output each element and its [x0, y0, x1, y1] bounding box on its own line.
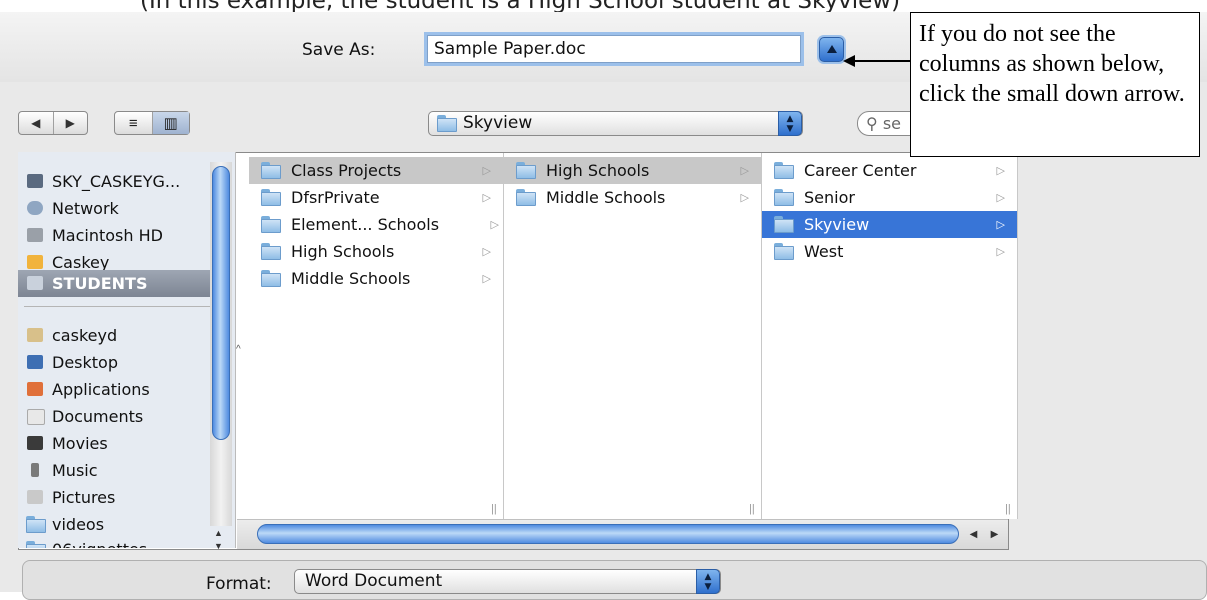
- search-field[interactable]: ⚲ se: [857, 111, 917, 136]
- sidebar-item-music[interactable]: Music: [18, 457, 214, 484]
- computer-icon: [27, 174, 43, 188]
- column-item-skyview[interactable]: Skyview ▷: [762, 211, 1017, 238]
- column-item-high-schools[interactable]: High Schools ▷: [249, 238, 503, 265]
- folder-icon: [774, 216, 794, 233]
- hard-drive-icon: [27, 228, 43, 242]
- horizontal-scroll-arrows[interactable]: ◀ ▶: [963, 524, 1005, 544]
- chevron-right-icon: ▷: [482, 272, 491, 285]
- save-as-input[interactable]: Sample Paper.doc: [427, 35, 801, 63]
- popup-arrows-icon: ▲ ▼: [778, 111, 802, 136]
- chevron-right-icon: ▷: [996, 245, 1005, 258]
- documents-icon: [27, 409, 45, 425]
- column-item-middle-schools[interactable]: Middle Schools ▷: [249, 265, 503, 292]
- music-icon: [31, 463, 39, 477]
- search-text: se: [882, 114, 901, 133]
- view-mode-buttons[interactable]: ≡ ▥: [114, 111, 190, 135]
- chevron-right-icon: ▷: [482, 164, 491, 177]
- chevron-right-icon: ▷: [482, 245, 491, 258]
- list-view-icon[interactable]: ≡: [115, 112, 152, 134]
- column-resize-handle[interactable]: ||: [749, 503, 755, 515]
- browser-column-3: Career Center ▷ Senior ▷ Skyview ▷ West …: [762, 153, 1018, 519]
- scroll-right-icon[interactable]: ▶: [991, 529, 999, 540]
- chevron-right-icon: ▷: [740, 191, 749, 204]
- column-resize-handle[interactable]: ||: [491, 503, 497, 515]
- network-drive-icon: [27, 276, 43, 290]
- folder-icon: [261, 270, 281, 287]
- sidebar-divider: [24, 306, 214, 307]
- sidebar-scroll-thumb[interactable]: [212, 166, 230, 440]
- sidebar-item-06vignettes[interactable]: 06vignettes: [18, 536, 214, 548]
- desktop-icon: [27, 355, 43, 369]
- column-resize-handle[interactable]: ||: [1005, 503, 1011, 515]
- user-drive-icon: [27, 255, 43, 269]
- folder-icon: [26, 516, 46, 533]
- folder-icon: [26, 541, 46, 548]
- sidebar-item-desktop[interactable]: Desktop: [18, 349, 214, 376]
- browser-column-1: Class Projects ▷ DfsrPrivate ▷ Element..…: [249, 153, 504, 519]
- scroll-left-icon[interactable]: ◀: [970, 529, 978, 540]
- folder-icon: [437, 115, 457, 132]
- movies-icon: [27, 436, 43, 450]
- chevron-right-icon: ▷: [482, 191, 491, 204]
- sidebar-item-network[interactable]: Network: [18, 195, 214, 222]
- column-item-career-center[interactable]: Career Center ▷: [762, 157, 1017, 184]
- sidebar: SKY_CASKEYG... Network Macintosh HD Cask…: [18, 152, 236, 548]
- folder-icon: [774, 162, 794, 179]
- column-item-elementary-schools[interactable]: Element... Schools ▷: [249, 211, 503, 238]
- chevron-right-icon: ▷: [996, 164, 1005, 177]
- applications-icon: [27, 382, 43, 396]
- callout-arrow-head: [843, 55, 855, 67]
- chevron-right-icon: ▷: [996, 191, 1005, 204]
- search-icon: ⚲: [866, 114, 878, 133]
- folder-icon: [261, 162, 281, 179]
- back-forward-buttons[interactable]: ◀ ▶: [18, 111, 88, 135]
- home-icon: [27, 328, 43, 342]
- popup-arrows-icon: ▲ ▼: [696, 569, 720, 594]
- scroll-down-icon[interactable]: ▼: [214, 541, 223, 551]
- sidebar-item-videos[interactable]: videos: [18, 511, 214, 538]
- column-item-west[interactable]: West ▷: [762, 238, 1017, 265]
- sidebar-item-documents[interactable]: Documents: [18, 403, 214, 430]
- sidebar-item-applications[interactable]: Applications: [18, 376, 214, 403]
- folder-icon: [261, 243, 281, 260]
- location-popup-value: Skyview: [463, 113, 533, 133]
- location-popup[interactable]: Skyview ▲ ▼: [428, 111, 803, 136]
- sidebar-item-macintosh-hd[interactable]: Macintosh HD: [18, 222, 214, 249]
- format-popup[interactable]: Word Document ▲ ▼: [294, 569, 721, 594]
- column-item-dfsrprivate[interactable]: DfsrPrivate ▷: [249, 184, 503, 211]
- sidebar-item-students[interactable]: STUDENTS: [18, 270, 214, 297]
- folder-icon: [774, 189, 794, 206]
- horizontal-scroll-thumb[interactable]: [257, 524, 959, 544]
- sidebar-item-pictures[interactable]: Pictures: [18, 484, 214, 511]
- network-icon: [27, 201, 43, 215]
- column-item-class-projects[interactable]: Class Projects ▷: [249, 157, 503, 184]
- callout-arrow-line: [848, 60, 912, 62]
- chevron-right-icon: ▷: [740, 164, 749, 177]
- pictures-icon: [27, 490, 43, 504]
- format-popup-value: Word Document: [305, 571, 443, 591]
- sidebar-item-caskeyd[interactable]: caskeyd: [18, 322, 214, 349]
- forward-button[interactable]: ▶: [54, 112, 88, 134]
- column-view-icon[interactable]: ▥: [151, 112, 189, 134]
- folder-icon: [774, 243, 794, 260]
- instruction-callout: If you do not see the columns as shown b…: [910, 12, 1200, 157]
- expand-dialog-button[interactable]: [819, 37, 844, 62]
- folder-icon: [261, 216, 281, 233]
- folder-icon: [516, 162, 536, 179]
- sidebar-resize-handle[interactable]: ^: [236, 344, 241, 355]
- chevron-right-icon: ▷: [490, 218, 499, 231]
- format-label: Format:: [206, 574, 272, 594]
- folder-icon: [516, 189, 536, 206]
- back-button[interactable]: ◀: [19, 112, 54, 134]
- chevron-right-icon: ▷: [996, 218, 1005, 231]
- browser-column-2: High Schools ▷ Middle Schools ▷ ||: [504, 153, 762, 519]
- column-item-senior[interactable]: Senior ▷: [762, 184, 1017, 211]
- folder-icon: [261, 189, 281, 206]
- column-item-high-schools[interactable]: High Schools ▷: [504, 157, 761, 184]
- save-as-label: Save As:: [302, 40, 376, 60]
- sidebar-item-movies[interactable]: Movies: [18, 430, 214, 457]
- scroll-up-icon[interactable]: ▲: [214, 528, 223, 538]
- column-item-middle-schools[interactable]: Middle Schools ▷: [504, 184, 761, 211]
- sidebar-item-computer[interactable]: SKY_CASKEYG...: [18, 168, 214, 195]
